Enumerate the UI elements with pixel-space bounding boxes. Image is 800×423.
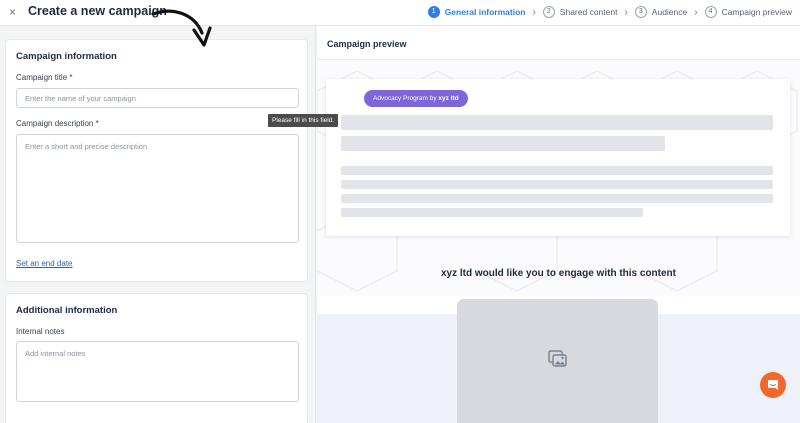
image-placeholder	[457, 299, 658, 423]
chat-icon	[768, 380, 778, 390]
skeleton-line	[341, 115, 773, 130]
preview-header: Campaign preview	[317, 26, 800, 60]
step-label: Audience	[651, 7, 688, 17]
set-end-date-link[interactable]: Set an end date	[16, 259, 73, 268]
step-number: 1	[427, 6, 440, 18]
step-general-information[interactable]: 1 General information	[427, 6, 526, 18]
step-number: 2	[542, 6, 555, 18]
chevron-right-icon: ›	[624, 6, 628, 18]
badge-prefix: Advocacy Program by	[373, 95, 437, 102]
step-campaign-preview[interactable]: 4 Campaign preview	[704, 6, 792, 18]
campaign-description-label: Campaign description *	[16, 119, 99, 128]
campaign-title-input[interactable]: Enter the name of your campaign	[16, 88, 299, 108]
card-title: Campaign information	[16, 51, 117, 62]
skeleton-line	[341, 180, 773, 189]
advocacy-program-badge: Advocacy Program by xyz ltd	[364, 90, 468, 107]
skeleton-line	[341, 208, 643, 217]
engage-heading: xyz ltd would like you to engage with th…	[440, 268, 676, 279]
step-label: General information	[444, 7, 526, 17]
campaign-description-textarea[interactable]: Enter a short and precise description	[16, 134, 299, 243]
additional-information-card: Additional information Internal notes Ad…	[5, 293, 308, 423]
campaign-information-card: Campaign information Campaign title * En…	[5, 39, 308, 282]
card-title: Additional information	[16, 305, 118, 316]
chevron-right-icon: ›	[532, 6, 536, 18]
step-number: 3	[634, 6, 647, 18]
internal-notes-label: Internal notes	[16, 327, 65, 336]
step-label: Shared content	[559, 7, 618, 17]
campaign-title-label: Campaign title *	[16, 73, 73, 82]
validation-tooltip: Please fill in this field.	[268, 114, 339, 127]
skeleton-line	[341, 194, 773, 203]
stepper: 1 General information › 2 Shared content…	[427, 4, 792, 20]
preview-title: Campaign preview	[327, 39, 407, 49]
internal-notes-textarea[interactable]: Add internal notes	[16, 341, 299, 402]
campaign-preview-panel: Campaign preview Advocacy Program by xyz…	[317, 26, 800, 423]
step-label: Campaign preview	[721, 7, 792, 17]
badge-company: xyz ltd	[438, 95, 459, 102]
page-title: Create a new campaign	[28, 4, 167, 18]
annotation-arrow-icon	[151, 9, 212, 47]
step-shared-content[interactable]: 2 Shared content	[542, 6, 618, 18]
top-bar: × Create a new campaign 1 General inform…	[0, 0, 800, 26]
skeleton-line	[341, 166, 773, 175]
close-icon[interactable]: ×	[9, 4, 16, 20]
chat-launcher-button[interactable]	[760, 372, 786, 398]
step-number: 4	[704, 6, 717, 18]
chevron-right-icon: ›	[694, 6, 698, 18]
skeleton-line	[341, 136, 665, 151]
step-audience[interactable]: 3 Audience	[634, 6, 688, 18]
image-icon	[548, 350, 567, 367]
campaign-form-column: Campaign information Campaign title * En…	[0, 26, 316, 423]
